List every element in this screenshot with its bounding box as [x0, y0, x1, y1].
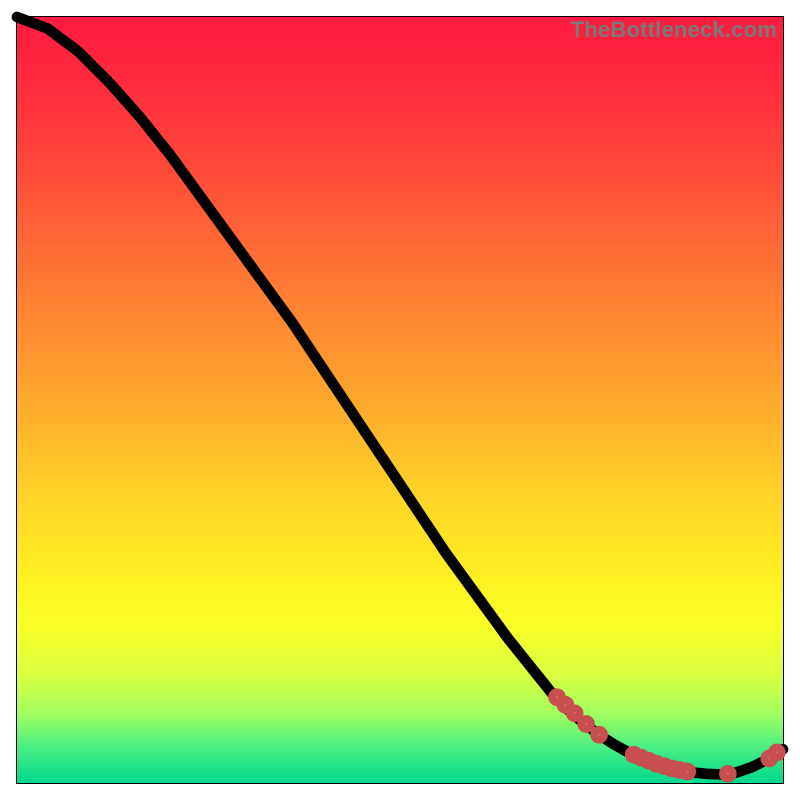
bottleneck-curve	[17, 17, 783, 775]
data-marker	[581, 719, 591, 729]
data-marker	[682, 767, 692, 777]
data-marker	[772, 747, 782, 757]
data-marker	[570, 708, 580, 718]
chart-frame: TheBottleneck.com	[16, 16, 784, 784]
data-marker	[594, 730, 604, 740]
data-marker	[723, 769, 733, 779]
chart-plot-area	[17, 17, 783, 783]
